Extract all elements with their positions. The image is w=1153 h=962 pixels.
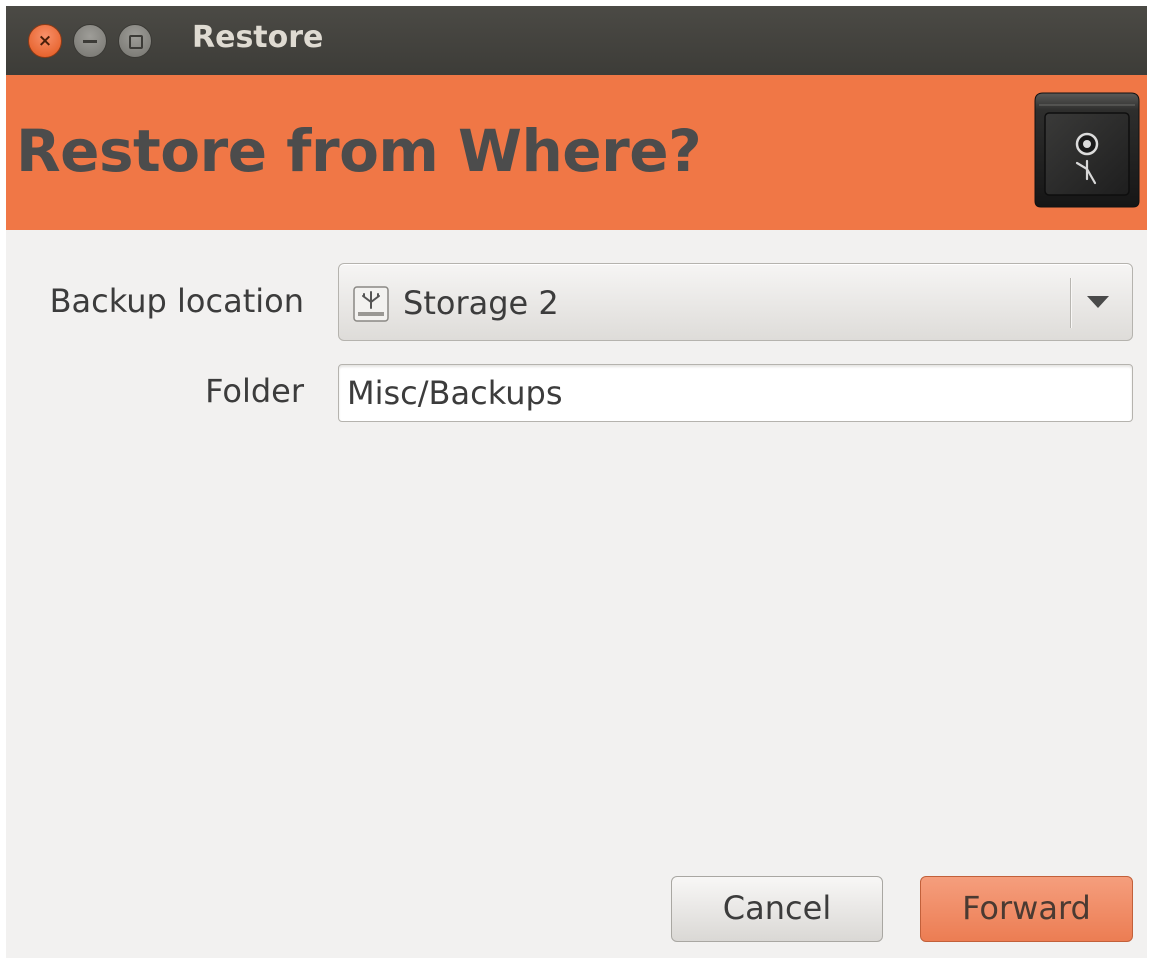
header-banner: Restore from Where? <box>6 75 1147 230</box>
close-window-button[interactable]: × <box>28 24 62 58</box>
forward-button[interactable]: Forward <box>920 876 1133 942</box>
maximize-icon <box>129 35 143 49</box>
maximize-window-button[interactable] <box>118 24 152 58</box>
page-title: Restore from Where? <box>16 117 702 185</box>
combo-separator <box>1070 278 1071 328</box>
cancel-button[interactable]: Cancel <box>671 876 883 942</box>
folder-field[interactable] <box>338 364 1133 422</box>
backup-location-label: Backup location <box>49 282 304 320</box>
window-title: Restore <box>192 20 324 55</box>
title-bar[interactable]: × Restore <box>6 6 1147 75</box>
minimize-icon <box>83 40 97 43</box>
backup-location-value: Storage 2 <box>403 284 559 322</box>
drive-icon <box>353 286 389 322</box>
minimize-window-button[interactable] <box>73 24 107 58</box>
close-icon: × <box>37 31 53 51</box>
backup-location-combo[interactable]: Storage 2 <box>338 263 1133 341</box>
chevron-down-icon[interactable] <box>1087 296 1109 308</box>
restore-window: × Restore Restore from Where? Backup loc… <box>6 6 1147 958</box>
folder-label: Folder <box>205 372 304 410</box>
safe-icon <box>1034 92 1140 208</box>
